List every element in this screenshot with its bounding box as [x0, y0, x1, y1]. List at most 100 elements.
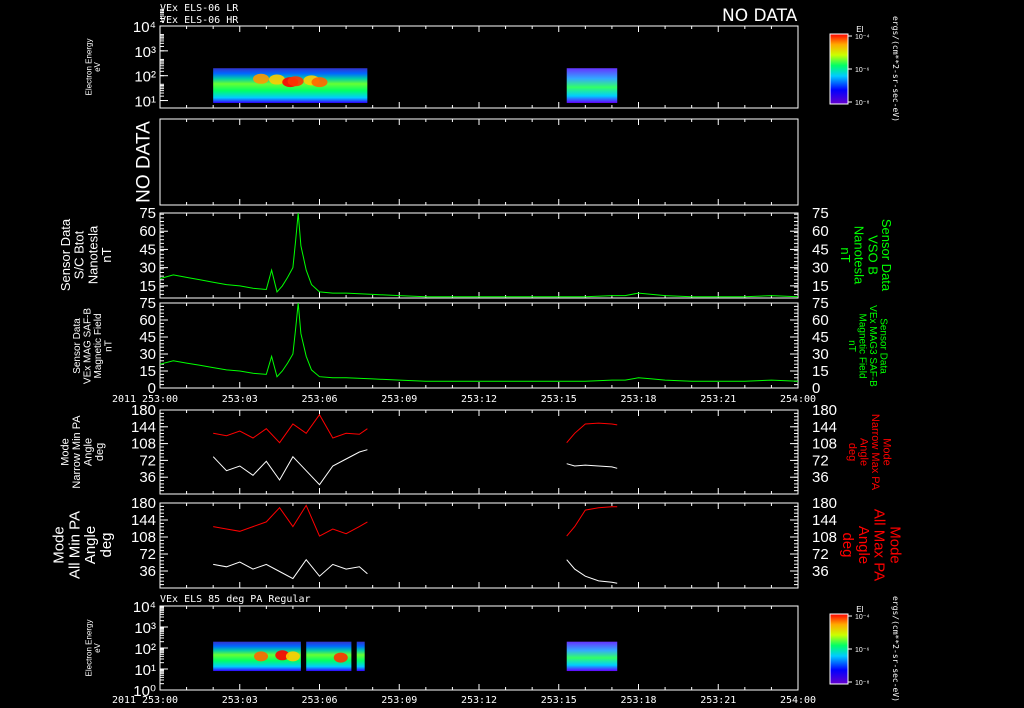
p3-ytick-label-right: 15 — [812, 278, 829, 295]
p4-time-tick-label: 254:00 — [780, 394, 816, 405]
colorbar-bottom-unit-label: ergs/(cm**2-sr-sec-eV) — [891, 596, 900, 702]
p6-ytick-label-right: 72 — [812, 546, 829, 563]
p1-spectrogram-hotspot — [287, 76, 304, 87]
p3-frame — [159, 212, 799, 299]
p3-ytick-label-right: 45 — [812, 241, 829, 258]
colorbar-bottom-bar — [829, 613, 849, 685]
colorbar-top-bar — [829, 33, 849, 105]
p6-pa-line — [213, 504, 368, 537]
p7-spectrogram-hotspot — [254, 651, 269, 662]
p4-ylabel-line: nT — [103, 340, 114, 352]
colorbar-bottom-title: EI — [856, 605, 864, 614]
p4-ytick-label-right: 45 — [812, 329, 829, 346]
p7-time-tick-label: 253:21 — [700, 695, 736, 706]
p5-ytick-label: 144 — [131, 419, 156, 436]
p4-ytick-label: 15 — [139, 363, 156, 380]
p4-ylabel-line: Magnetic Field — [93, 313, 104, 378]
p1-ylabel-line: eV — [93, 61, 102, 71]
p6-right-label-line: deg — [839, 532, 856, 557]
p4-ylabel-line: VEx MAG SAF-B — [82, 308, 93, 384]
p6-ylabel-line: All Min PA — [66, 511, 83, 579]
colorbar-top-unit-text: ergs/(cm**2-sr-sec-eV) — [891, 16, 900, 122]
p3-ylabel: Sensor DataS/C BtotNanoteslanT — [58, 218, 114, 291]
p5-pa-line — [212, 449, 368, 486]
p6-ytick-label-right: 36 — [812, 563, 829, 580]
colorbar-top-title: EI — [856, 25, 864, 34]
p7-ytick-label: 10³ — [134, 620, 156, 637]
p6-right-label: ModeAll Max PAAngledeg — [839, 509, 903, 581]
p6-ytick-label: 144 — [131, 512, 156, 529]
p3-right-label-line: nT — [838, 247, 853, 262]
p1-spectrogram-hotspot — [253, 73, 270, 84]
p6-pa-line — [566, 559, 618, 584]
p3-ytick-label: 30 — [139, 260, 156, 277]
p5-frame — [159, 409, 799, 495]
p3-ylabel-line: nT — [99, 247, 114, 262]
p7-time-tick-label: 253:15 — [541, 695, 577, 706]
p3-ytick-label-right: 60 — [812, 223, 829, 240]
p5-ytick-label-right: 36 — [812, 469, 829, 486]
p7-time-tick-label: 253:00 — [142, 695, 178, 706]
p5-ytick-label-right: 72 — [812, 452, 829, 469]
p6-frame — [159, 502, 799, 589]
bottom-panel-title: VEx ELS 85 deg PA Regular — [160, 594, 311, 605]
p5-right-label-line: Angle — [857, 438, 869, 466]
p7-ytick-label: 10¹ — [134, 662, 156, 679]
p7-ytick-label: 10⁴ — [133, 599, 156, 616]
p7-ylabel: Electron Energy eV — [85, 620, 102, 677]
p5-pa-line — [213, 413, 368, 444]
colorbar-top-unit-label: ergs/(cm**2-sr-sec-eV) — [891, 16, 900, 122]
p7-time-tick-label: 253:18 — [620, 695, 656, 706]
p5-pa-line — [566, 463, 618, 469]
p7-year-label: 2011 — [112, 695, 136, 706]
p6-right-label-line: Mode — [886, 526, 903, 564]
p5-ylabel-line: Mode — [60, 438, 72, 466]
p6-right-label-line: All Max PA — [871, 509, 888, 581]
p4-time-tick-label: 253:06 — [301, 394, 337, 405]
p6-pa-line — [213, 558, 368, 580]
p7-spectrogram-block — [566, 641, 618, 672]
p1-ytick-label: 10¹ — [134, 94, 156, 111]
colorbar-bottom-tick-label: 10⁻⁸ — [855, 680, 869, 687]
p7-time-tick-label: 254:00 — [780, 695, 816, 706]
p1-ylabel: Electron Energy eV — [85, 39, 102, 96]
p5-pa-line — [566, 422, 618, 444]
p1-ytick-label: 10² — [134, 69, 156, 86]
p5-ytick-label: 36 — [139, 469, 156, 486]
p5-ylabel-line: Narrow Min PA — [71, 415, 83, 489]
no-data-top-label: NO DATA — [722, 6, 798, 26]
p1-ytick-label: 10⁴ — [133, 19, 156, 36]
p3-right-label: Sensor DataVSO BNanoteslanT — [838, 219, 894, 292]
p7-spectrogram-hotspot — [333, 652, 348, 663]
p4-time-tick-label: 253:12 — [461, 394, 497, 405]
p6-ytick-label: 72 — [139, 546, 156, 563]
p3-ytick-label: 15 — [139, 278, 156, 295]
p6-right-label-line: Angle — [855, 526, 872, 564]
colorbar-top-tick-label: 10⁻⁸ — [855, 100, 869, 107]
p5-ylabel: Mode Narrow Min PA Angle deg — [60, 415, 107, 489]
p7-ylabel-line: eV — [93, 642, 102, 652]
p6-ytick-label: 108 — [131, 529, 156, 546]
p4-ytick-label: 60 — [139, 312, 156, 329]
p4-ytick-label-right: 60 — [812, 312, 829, 329]
p7-time-tick-label: 253:12 — [461, 695, 497, 706]
p4-right-label-line: Sensor Data — [877, 318, 888, 374]
p3-ytick-label-right: 30 — [812, 260, 829, 277]
p6-ylabel-line: Mode — [51, 526, 68, 564]
p5-ytick-label: 180 — [131, 402, 156, 419]
header-line1: VEx ELS-06 LR — [160, 3, 239, 14]
p4-ytick-label: 75 — [139, 295, 156, 312]
p5-ylabel-line: deg — [94, 443, 106, 461]
colorbar-bottom-tick-label: 10⁻⁶ — [855, 647, 869, 654]
header-line2: VEx ELS-06 HR — [160, 15, 239, 26]
p4-time-tick-label: 253:18 — [620, 394, 656, 405]
p5-right-label: ModeNarrow Max PAAngledeg — [846, 414, 893, 491]
p4-ytick-label-right: 15 — [812, 363, 829, 380]
p6-ytick-label: 180 — [131, 495, 156, 512]
p1-ytick-label: 10³ — [134, 44, 156, 61]
p4-ylabel-line: Sensor Data — [72, 318, 83, 374]
p4-frame — [159, 302, 799, 389]
p5-ytick-label-right: 144 — [812, 419, 837, 436]
p4-time-tick-label: 253:03 — [222, 394, 258, 405]
p4-ylabel: Sensor Data VEx MAG SAF-B Magnetic Field nT — [72, 308, 115, 384]
